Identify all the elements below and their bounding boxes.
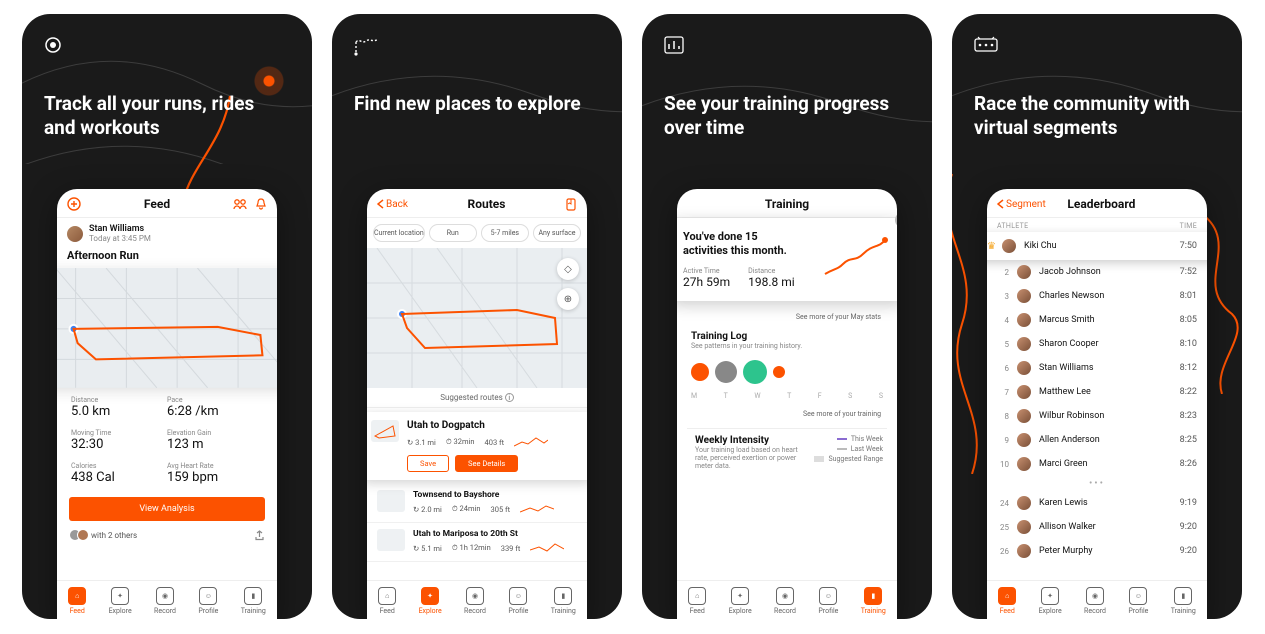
leaderboard-row[interactable]: 5Sharon Cooper8:10	[987, 332, 1207, 356]
headline: See your training progress over time	[664, 92, 910, 140]
headline: Track all your runs, rides and workouts	[44, 92, 290, 140]
avatar[interactable]	[67, 226, 83, 242]
route-flag-icon	[354, 36, 380, 60]
training-log-title: Training Log	[687, 331, 887, 342]
leaderboard-row[interactable]: 25Allison Walker9:20	[987, 515, 1207, 539]
activity-map[interactable]	[57, 268, 277, 386]
tab-record[interactable]: ◉Record	[154, 587, 176, 615]
tab-training[interactable]: ▮Training	[551, 587, 576, 615]
log-bubbles[interactable]	[687, 356, 887, 388]
leaderboard-title: Leaderboard	[1067, 197, 1135, 211]
leaderboard-row[interactable]: 26Peter Murphy9:20	[987, 539, 1207, 563]
view-analysis-button[interactable]: View Analysis	[69, 497, 265, 521]
route-name: Utah to Dogpatch	[407, 420, 583, 431]
tab-feed[interactable]: ⌂Feed	[68, 587, 86, 615]
tab-profile[interactable]: ☺Profile	[1128, 587, 1148, 615]
tab-profile[interactable]: ☺Profile	[508, 587, 528, 615]
tab-bar: ⌂Feed ✦Explore ◉Record ☺Profile ▮Trainin…	[57, 580, 277, 619]
training-title: Training	[765, 197, 809, 211]
friends-icon[interactable]	[233, 198, 247, 211]
progress-spark	[823, 236, 893, 278]
promo-card-feed: Track all your runs, rides and workouts …	[22, 14, 312, 619]
chip-sport[interactable]: Run	[429, 224, 477, 242]
tab-training[interactable]: ▮Training	[241, 587, 266, 615]
save-button[interactable]: Save	[407, 455, 449, 472]
chip-surface[interactable]: Any surface	[533, 224, 581, 242]
leaderboard-row[interactable]: 6Stan Williams8:12	[987, 356, 1207, 380]
tab-explore[interactable]: ✦Explore	[729, 587, 752, 615]
topo-bg	[642, 14, 932, 164]
tab-feed[interactable]: ⌂Feed	[378, 587, 396, 615]
share-icon[interactable]	[254, 530, 265, 541]
chip-location[interactable]: Current location	[373, 224, 425, 242]
record-dot-icon	[44, 36, 62, 58]
tab-profile[interactable]: ☺Profile	[198, 587, 218, 615]
suggested-header: Suggested routes i	[367, 388, 587, 408]
with-others-label: with 2 others	[91, 531, 137, 540]
activity-timestamp: Today at 3:45 PM	[89, 234, 151, 243]
tab-feed[interactable]: ⌂Feed	[688, 587, 706, 615]
routes-title: Routes	[468, 197, 506, 211]
tab-training[interactable]: ▮Training	[861, 587, 886, 615]
tab-training[interactable]: ▮Training	[1171, 587, 1196, 615]
route-thumb	[371, 420, 399, 442]
tab-record[interactable]: ◉Record	[464, 587, 486, 615]
leaderboard-row[interactable]: 2Jacob Johnson7:52	[987, 260, 1207, 284]
month-summary-card[interactable]: × You've done 15 activities this month. …	[677, 218, 897, 301]
locate-icon[interactable]: ⊕	[557, 288, 579, 310]
tab-feed[interactable]: ⌂Feed	[998, 587, 1016, 615]
rows-gap: •••	[987, 476, 1207, 491]
tab-record[interactable]: ◉Record	[774, 587, 796, 615]
user-name[interactable]: Stan Williams	[89, 224, 151, 234]
feed-title: Feed	[144, 197, 170, 211]
layers-icon[interactable]: ◇	[557, 258, 579, 280]
leaderboard-row[interactable]: 4Marcus Smith8:05	[987, 308, 1207, 332]
leaderboard-row[interactable]: 24Karen Lewis9:19	[987, 491, 1207, 515]
add-icon[interactable]	[67, 197, 81, 211]
crown-icon: ♛	[987, 241, 996, 252]
leaderboard-row[interactable]: 7Matthew Lee8:22	[987, 380, 1207, 404]
see-more-log[interactable]: See more of your training	[687, 408, 887, 428]
bookmark-icon[interactable]	[565, 198, 577, 211]
route-row[interactable]: Townsend to Bayshore ↻ 2.0 mi⏱ 24min305 …	[367, 484, 587, 523]
tab-explore[interactable]: ✦Explore	[1039, 587, 1062, 615]
filter-chips: Current location Run 5-7 miles Any surfa…	[367, 218, 587, 248]
chart-icon	[664, 36, 684, 58]
col-athlete: Athlete	[997, 222, 1028, 230]
headline: Race the community with virtual segments	[974, 92, 1220, 140]
segment-icon	[974, 36, 998, 58]
summary-title: You've done 15 activities this month.	[683, 230, 793, 259]
stats-grid: Distance5.0 km Pace6:28 /km Moving Time3…	[57, 386, 277, 491]
leaderboard-row[interactable]: 8Wilbur Robinson8:23	[987, 404, 1207, 428]
bell-icon[interactable]	[255, 198, 267, 211]
leaderboard-row[interactable]: 10Marci Green8:26	[987, 452, 1207, 476]
see-more-month[interactable]: See more of your May stats	[687, 311, 887, 331]
route-row[interactable]: Utah to Mariposa to 20th St ↻ 5.1 mi⏱ 1h…	[367, 523, 587, 562]
leaderboard-row[interactable]: ♛Kiki Chu7:50	[987, 232, 1207, 260]
promo-card-routes: Find new places to explore Back Routes C…	[332, 14, 622, 619]
activity-title[interactable]: Afternoon Run	[57, 245, 277, 268]
back-button[interactable]: Back	[377, 199, 408, 210]
tab-explore[interactable]: ✦Explore	[109, 587, 132, 615]
phone-training: Training × You've done 15 activities thi…	[677, 189, 897, 619]
details-button[interactable]: See Details	[455, 455, 518, 472]
headline: Find new places to explore	[354, 92, 600, 116]
featured-route-card[interactable]: Utah to Dogpatch ↻ 3.1 mi ⏱ 32min 403 ft…	[367, 412, 587, 480]
col-time: Time	[1180, 222, 1197, 230]
tab-record[interactable]: ◉Record	[1084, 587, 1106, 615]
tab-profile[interactable]: ☺Profile	[818, 587, 838, 615]
promo-card-training: See your training progress over time Tra…	[642, 14, 932, 619]
leaderboard-row[interactable]: 9Allen Anderson8:25	[987, 428, 1207, 452]
promo-card-leaderboard: Race the community with virtual segments…	[952, 14, 1242, 619]
leaderboard-row[interactable]: 3Charles Newson8:01	[987, 284, 1207, 308]
back-button[interactable]: Segment	[997, 199, 1046, 210]
weekly-intensity[interactable]: Weekly Intensity Your training load base…	[687, 428, 887, 476]
tab-explore[interactable]: ✦Explore	[419, 587, 442, 615]
routes-map[interactable]: ◇ ⊕	[367, 248, 587, 388]
chip-distance[interactable]: 5-7 miles	[481, 224, 529, 242]
phone-leaderboard: Segment Leaderboard Athlete Time ♛Kiki C…	[987, 189, 1207, 619]
phone-routes: Back Routes Current location Run 5-7 mil…	[367, 189, 587, 619]
phone-feed: Feed Stan Williams Today at 3:45 PM Afte…	[57, 189, 277, 619]
